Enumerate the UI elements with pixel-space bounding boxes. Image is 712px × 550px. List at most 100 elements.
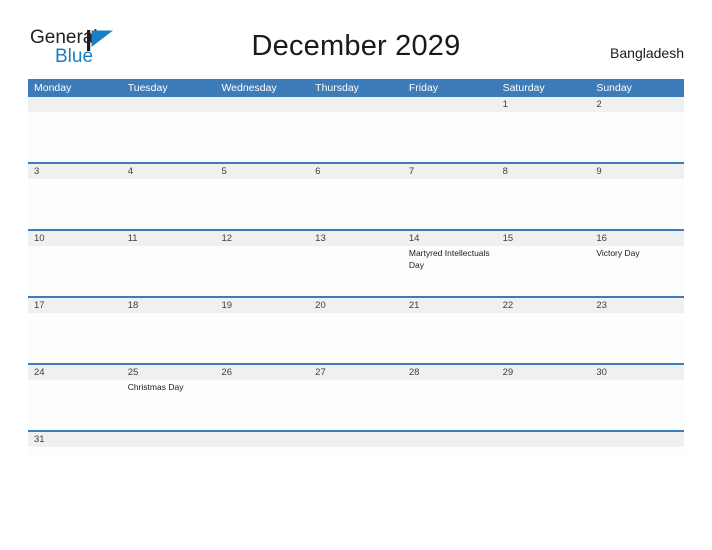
day-cell[interactable]: 3 [28, 164, 122, 229]
weekday-header-row: Monday Tuesday Wednesday Thursday Friday… [28, 79, 684, 97]
day-number: 4 [127, 166, 134, 177]
holiday-label: Victory Day [596, 248, 640, 258]
day-number: 5 [221, 166, 227, 177]
day-number: 22 [502, 300, 514, 311]
day-number-band [215, 432, 310, 447]
day-number-band [28, 97, 122, 112]
day-cell[interactable]: 10 [28, 231, 122, 296]
weekday-sunday: Sunday [596, 82, 632, 94]
day-number-band [496, 97, 591, 112]
day-cell[interactable]: 17 [28, 298, 122, 363]
calendar-week-cells: 3 4 5 6 7 8 9 [28, 164, 685, 229]
page-title: December 2029 [251, 30, 461, 62]
day-cell[interactable]: 14 Martyred Intellectuals Day [402, 231, 497, 296]
day-cell[interactable]: 12 [215, 231, 310, 296]
day-number: 23 [596, 300, 607, 311]
day-number: 15 [502, 233, 514, 244]
day-cell[interactable]: 24 [28, 365, 122, 430]
day-number: 1 [502, 99, 508, 110]
day-number-band [215, 97, 310, 112]
day-cell[interactable]: 9 [590, 164, 685, 229]
day-cell[interactable]: 19 [215, 298, 310, 363]
day-cell[interactable]: 21 [402, 298, 497, 363]
day-cell-empty [496, 432, 591, 454]
day-number-band [496, 432, 591, 447]
day-cell[interactable]: 8 [496, 164, 591, 229]
calendar-week-cells: 17 18 19 20 21 22 23 [28, 298, 685, 363]
day-number-band [309, 164, 403, 179]
day-number: 12 [221, 233, 233, 244]
calendar-week-row: 3 4 5 6 7 8 9 [28, 162, 685, 229]
day-number-band [402, 432, 497, 447]
day-number-band [121, 97, 216, 112]
day-number-band [309, 432, 403, 447]
day-number: 21 [408, 300, 420, 311]
day-cell[interactable]: 2 [590, 97, 685, 162]
day-events: Victory Day [596, 248, 680, 260]
calendar-weeks: 1 2 3 4 5 6 7 8 9 10 11 12 13 14 Martyred Intellectual… [28, 97, 685, 454]
day-number: 17 [34, 300, 45, 311]
day-cell-empty [309, 97, 403, 162]
day-cell[interactable]: 5 [215, 164, 310, 229]
day-cell[interactable]: 15 [496, 231, 591, 296]
day-cell[interactable]: 18 [121, 298, 216, 363]
calendar-week-row: 12 [28, 97, 685, 162]
day-number: 29 [502, 367, 514, 378]
day-events: Christmas Day [128, 382, 212, 394]
day-number: 30 [596, 367, 607, 378]
day-number: 25 [127, 367, 139, 378]
day-cell-empty [402, 97, 497, 162]
day-cell[interactable]: 26 [215, 365, 310, 430]
calendar-week-row: 31 [28, 430, 685, 454]
day-number: 9 [596, 166, 602, 177]
day-number: 11 [127, 233, 138, 244]
day-number-band [402, 164, 497, 179]
day-number-band [309, 97, 403, 112]
day-cell[interactable]: 11 [121, 231, 216, 296]
day-number: 28 [408, 367, 420, 378]
day-number-band [590, 164, 685, 179]
day-number: 20 [315, 300, 326, 311]
day-cell[interactable]: 31 [28, 432, 122, 454]
day-cell-empty [402, 432, 497, 454]
day-cell[interactable]: 7 [402, 164, 497, 229]
day-number-band [215, 164, 310, 179]
day-cell[interactable]: 13 [309, 231, 403, 296]
day-number-band [121, 164, 216, 179]
weekday-monday: Monday [34, 82, 72, 94]
weekday-thursday: Thursday [315, 82, 359, 94]
holiday-label: Christmas Day [127, 382, 184, 392]
day-number-band [402, 97, 497, 112]
day-cell-empty [121, 97, 216, 162]
day-cell[interactable]: 22 [496, 298, 591, 363]
country-label: Bangladesh [610, 45, 684, 61]
day-cell[interactable]: 1 [496, 97, 591, 162]
weekday-saturday: Saturday [502, 82, 545, 94]
day-cell[interactable]: 28 [402, 365, 497, 430]
day-cell-empty [28, 97, 122, 162]
weekday-friday: Friday [408, 82, 439, 94]
day-cell[interactable]: 6 [309, 164, 403, 229]
calendar-week-row: 17 18 19 20 21 22 23 [28, 296, 685, 363]
day-number: 31 [34, 434, 45, 445]
day-number: 14 [408, 233, 420, 244]
day-cell[interactable]: 29 [496, 365, 591, 430]
day-number: 8 [502, 166, 508, 177]
day-number: 24 [34, 367, 45, 378]
day-cell[interactable]: 4 [121, 164, 216, 229]
day-cell[interactable]: 30 [590, 365, 685, 430]
day-cell[interactable]: 16 Victory Day [590, 231, 685, 296]
calendar-page: General Blue December 2029 Bangladesh Mo… [0, 0, 712, 550]
day-number-band [496, 164, 591, 179]
calendar-week-row: 10 11 12 13 14 Martyred Intellectuals Day 15 16… [28, 229, 685, 296]
day-number-band [590, 97, 685, 112]
day-cell-empty [215, 97, 310, 162]
day-cell[interactable]: 27 [309, 365, 403, 430]
day-cell[interactable]: 20 [309, 298, 403, 363]
day-cell[interactable]: 25 Christmas Day [121, 365, 216, 430]
calendar-grid: Monday Tuesday Wednesday Thursday Friday… [28, 79, 685, 454]
day-cell-empty [215, 432, 310, 454]
weekday-tuesday: Tuesday [127, 82, 168, 94]
day-number: 6 [315, 166, 321, 177]
day-cell[interactable]: 23 [590, 298, 685, 363]
